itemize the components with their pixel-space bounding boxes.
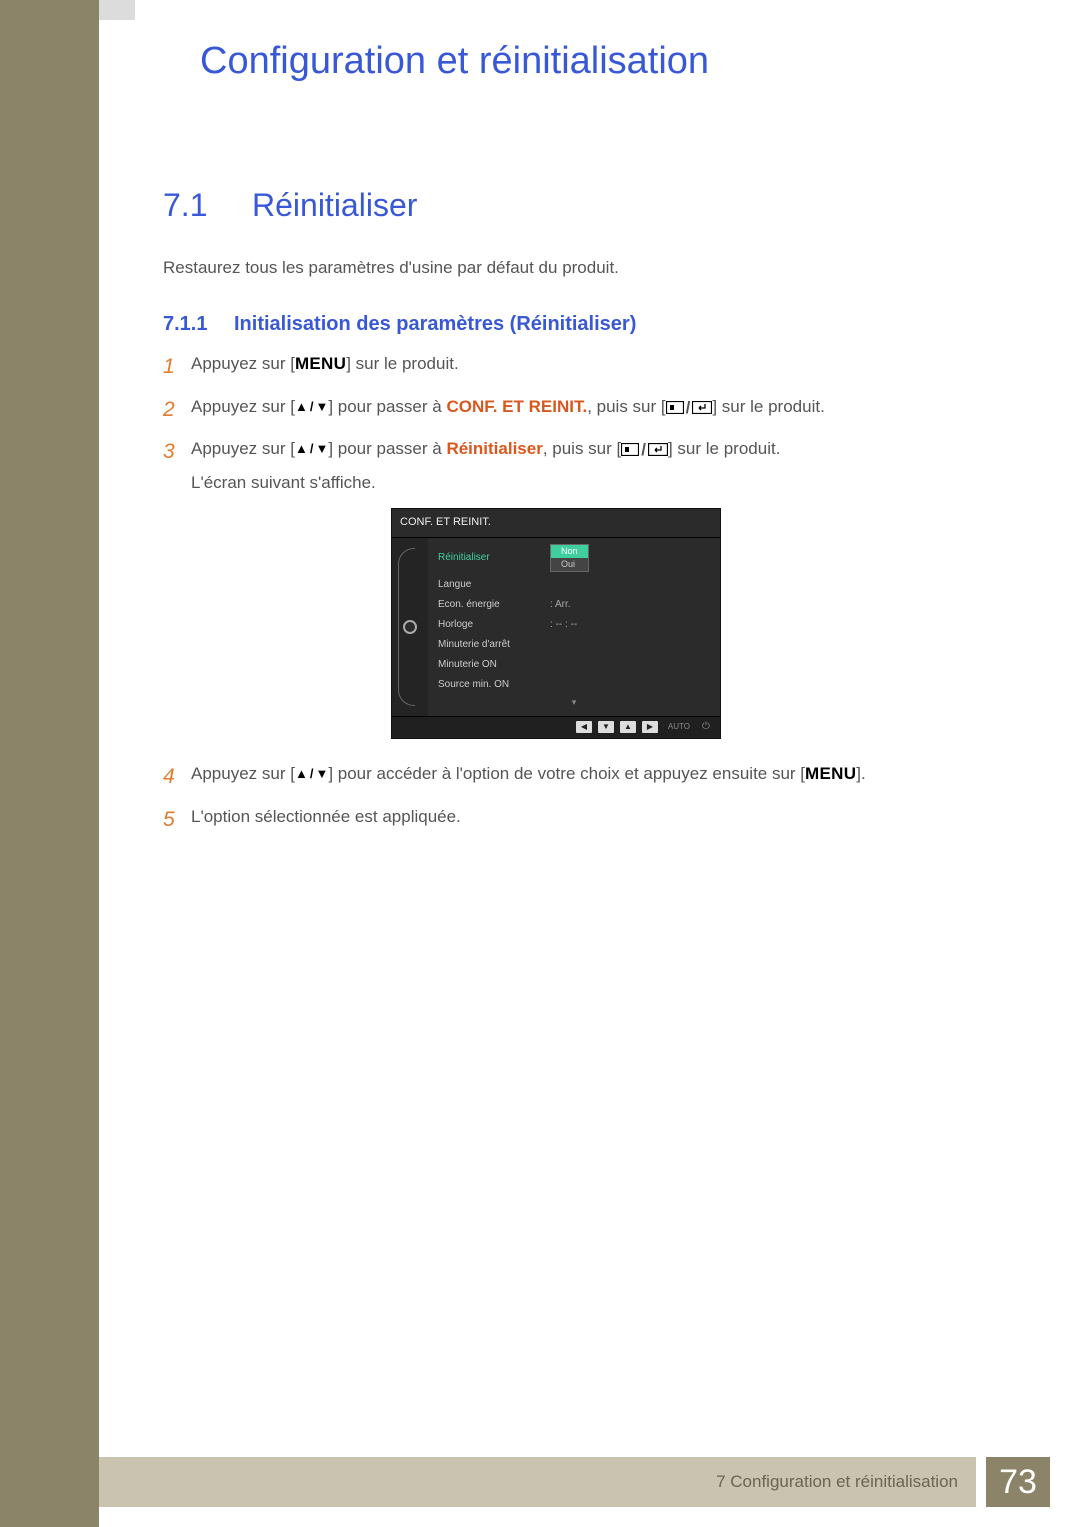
osd-auto-label: AUTO (664, 721, 694, 734)
osd-nav-right-icon: ▶ (642, 721, 658, 733)
osd-row-reinitialiser: Réinitialiser Non Oui (428, 542, 720, 575)
steps-list: 1 Appuyez sur [MENU] sur le produit. 2 A… (163, 350, 983, 845)
osd-label: Réinitialiser (438, 550, 550, 566)
highlight-reinit: Réinitialiser (446, 439, 542, 458)
osd-value: Non Oui (550, 544, 710, 573)
subsection-number: 7.1.1 (163, 313, 207, 336)
step-number: 3 (163, 435, 191, 469)
osd-menu: Réinitialiser Non Oui Langue (428, 538, 720, 716)
step-body: L'option sélectionnée est appliquée. (191, 803, 983, 830)
menu-key: MENU (805, 764, 856, 783)
text: ]. (856, 764, 865, 783)
osd-row: Econ. énergie : Arr. (428, 595, 720, 615)
enter-icon: / (666, 394, 713, 421)
text: ] sur le produit. (346, 354, 458, 373)
osd-value: : Arr. (550, 597, 710, 613)
text: Appuyez sur [ (191, 439, 295, 458)
osd-left-panel (392, 538, 428, 716)
step-item: 3 Appuyez sur [▲/▼] pour passer à Réinit… (163, 435, 983, 751)
footer-bar: 7 Configuration et réinitialisation (99, 1457, 976, 1507)
step-number: 2 (163, 393, 191, 427)
menu-key: MENU (295, 354, 346, 373)
step-item: 5 L'option sélectionnée est appliquée. (163, 803, 983, 837)
osd-title: CONF. ET REINIT. (392, 509, 720, 538)
top-tab (99, 0, 135, 20)
step-item: 1 Appuyez sur [MENU] sur le produit. (163, 350, 983, 384)
osd-value: : -- : -- (550, 617, 710, 633)
osd-row: Langue (428, 575, 720, 595)
text: L'écran suivant s'affiche. (191, 469, 983, 496)
page-title: Configuration et réinitialisation (200, 40, 709, 83)
enter-icon: / (621, 436, 668, 463)
step-item: 2 Appuyez sur [▲/▼] pour passer à CONF. … (163, 393, 983, 427)
text: ] pour passer à (328, 397, 446, 416)
osd-label: Horloge (438, 617, 550, 633)
osd-row: Minuterie ON (428, 655, 720, 675)
text: ] pour passer à (328, 439, 446, 458)
highlight-conf: CONF. ET REINIT. (446, 397, 587, 416)
step-body: Appuyez sur [▲/▼] pour passer à CONF. ET… (191, 393, 983, 421)
step-item: 4 Appuyez sur [▲/▼] pour accéder à l'opt… (163, 760, 983, 794)
step-body: Appuyez sur [▲/▼] pour passer à Réinitia… (191, 435, 983, 751)
osd-label: Minuterie d'arrêt (438, 637, 550, 653)
step-number: 4 (163, 760, 191, 794)
osd-label: Langue (438, 577, 550, 593)
step-number: 5 (163, 803, 191, 837)
osd-nav-up-icon: ▲ (620, 721, 636, 733)
footer-text: 7 Configuration et réinitialisation (716, 1472, 958, 1492)
page-number: 73 (986, 1457, 1050, 1507)
osd-label: Econ. énergie (438, 597, 550, 613)
text: ] sur le produit. (712, 397, 824, 416)
up-down-icon: ▲/▼ (295, 397, 328, 418)
osd-nav-left-icon: ◀ (576, 721, 592, 733)
text: Appuyez sur [ (191, 354, 295, 373)
step-body: Appuyez sur [▲/▼] pour accéder à l'optio… (191, 760, 983, 787)
osd-row: Horloge : -- : -- (428, 615, 720, 635)
osd-body: Réinitialiser Non Oui Langue (392, 538, 720, 716)
section-description: Restaurez tous les paramètres d'usine pa… (163, 258, 619, 278)
side-band (0, 0, 99, 1527)
osd-footer: ◀ ▼ ▲ ▶ AUTO ⏻ (392, 716, 720, 738)
text: Appuyez sur [ (191, 397, 295, 416)
osd-label: Minuterie ON (438, 657, 550, 673)
step-body: Appuyez sur [MENU] sur le produit. (191, 350, 983, 377)
up-down-icon: ▲/▼ (295, 764, 328, 785)
osd-popup-non: Non (551, 545, 588, 558)
osd-popup: Non Oui (550, 544, 589, 572)
osd-panel: CONF. ET REINIT. Réinitialiser Non (391, 508, 721, 739)
page-footer: 7 Configuration et réinitialisation 73 (99, 1457, 1050, 1507)
osd-scroll-down-icon: ▾ (428, 695, 720, 712)
up-down-icon: ▲/▼ (295, 439, 328, 460)
power-icon: ⏻ (700, 721, 712, 733)
step-number: 1 (163, 350, 191, 384)
osd-row: Minuterie d'arrêt (428, 635, 720, 655)
osd-row: Source min. ON (428, 675, 720, 695)
text: ] sur le produit. (668, 439, 780, 458)
subsection-title: Initialisation des paramètres (Réinitial… (234, 313, 636, 336)
section-title: Réinitialiser (252, 187, 417, 224)
text: ] pour accéder à l'option de votre choix… (328, 764, 805, 783)
osd-label: Source min. ON (438, 677, 550, 693)
text: , puis sur [ (543, 439, 621, 458)
osd-popup-oui: Oui (551, 558, 588, 571)
osd-nav-down-icon: ▼ (598, 721, 614, 733)
text: Appuyez sur [ (191, 764, 295, 783)
gear-icon (403, 620, 417, 634)
section-number: 7.1 (163, 187, 207, 224)
osd-screenshot: CONF. ET REINIT. Réinitialiser Non (391, 508, 983, 739)
text: , puis sur [ (587, 397, 665, 416)
